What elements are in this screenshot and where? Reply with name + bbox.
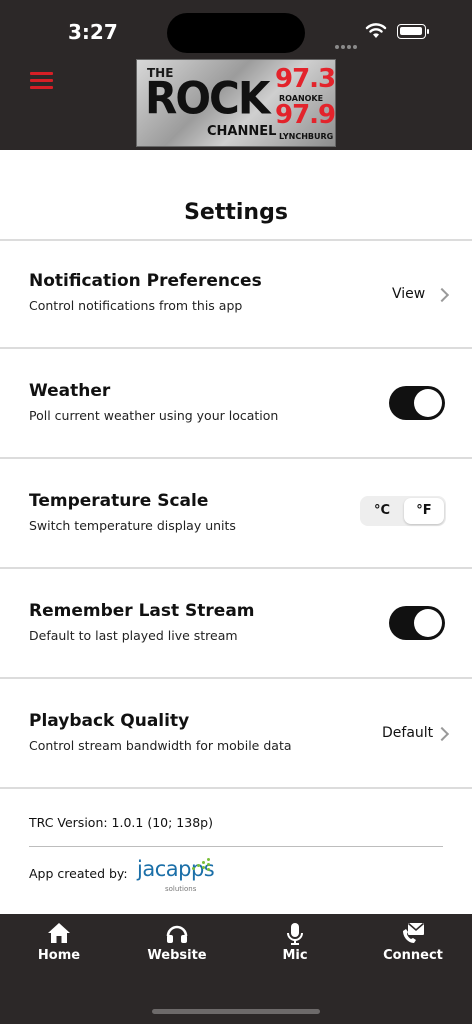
menu-button[interactable] — [30, 72, 54, 90]
tab-mic[interactable]: Mic — [236, 914, 354, 984]
row-subtitle: Default to last played live stream — [29, 628, 238, 643]
station-logo: THE ROCK CHANNEL 97.3 ROANOKE 97.9 LYNCH… — [136, 59, 336, 147]
row-title: Playback Quality — [29, 711, 190, 731]
page-title: Settings — [184, 200, 288, 225]
chevron-right-icon — [434, 287, 450, 303]
bottom-tab-bar: Home Website Mic Connect — [0, 914, 472, 1024]
tab-label: Home — [37, 948, 81, 963]
row-title: Temperature Scale — [29, 491, 209, 511]
weather-row: Weather Poll current weather using your … — [0, 349, 472, 457]
tab-home[interactable]: Home — [0, 914, 118, 984]
row-title: Notification Preferences — [29, 271, 262, 291]
status-time: 3:27 — [68, 20, 118, 44]
battery-icon — [397, 24, 429, 39]
notifications-view-link[interactable]: View — [392, 286, 425, 302]
microphone-icon — [287, 923, 303, 945]
row-subtitle: Poll current weather using your location — [29, 408, 279, 423]
row-subtitle: Control notifications from this app — [29, 298, 243, 313]
jacapps-dots-icon — [190, 858, 212, 872]
tab-label: Website — [147, 948, 207, 963]
jacapps-subtitle: solutions — [165, 885, 197, 893]
playback-quality-row[interactable]: Playback Quality Control stream bandwidt… — [0, 679, 472, 787]
notification-preferences-row[interactable]: Notification Preferences Control notific… — [0, 241, 472, 349]
logo-city-2: LYNCHBURG — [279, 132, 334, 141]
logo-rock: ROCK — [145, 72, 270, 125]
tab-label: Connect — [383, 948, 443, 963]
app-version: TRC Version: 1.0.1 (10; 138p) — [29, 815, 213, 830]
envelope-phone-icon — [403, 922, 424, 943]
row-title: Remember Last Stream — [29, 601, 255, 621]
tab-website[interactable]: Website — [118, 914, 236, 984]
celsius-option[interactable]: °C — [362, 498, 402, 524]
app-header: 3:27 THE ROCK CHANNEL 97.3 ROANOKE 97.9 … — [0, 0, 472, 150]
divider — [0, 787, 472, 789]
logo-frequency-1: 97.3 — [275, 64, 336, 94]
divider — [29, 846, 443, 847]
row-subtitle: Control stream bandwidth for mobile data — [29, 738, 292, 753]
weather-toggle[interactable] — [389, 386, 445, 420]
logo-channel: CHANNEL — [207, 124, 277, 139]
dynamic-island — [167, 13, 305, 53]
wifi-icon — [365, 23, 387, 38]
tab-connect[interactable]: Connect — [354, 914, 472, 984]
home-icon — [48, 923, 70, 943]
headphones-icon — [166, 925, 188, 943]
home-indicator — [152, 1009, 320, 1014]
temperature-unit-selector: °C °F — [360, 496, 446, 526]
remember-last-stream-row: Remember Last Stream Default to last pla… — [0, 569, 472, 677]
tab-label: Mic — [282, 948, 308, 963]
chevron-right-icon — [434, 726, 450, 742]
remember-stream-toggle[interactable] — [389, 606, 445, 640]
row-subtitle: Switch temperature display units — [29, 518, 236, 533]
temperature-scale-row: Temperature Scale Switch temperature dis… — [0, 459, 472, 567]
credit-label: App created by: — [29, 866, 128, 881]
logo-frequency-2: 97.9 — [275, 100, 336, 130]
cellular-signal-icon — [335, 34, 359, 53]
fahrenheit-option[interactable]: °F — [404, 498, 444, 524]
playback-quality-value[interactable]: Default — [382, 725, 433, 741]
row-title: Weather — [29, 381, 111, 401]
